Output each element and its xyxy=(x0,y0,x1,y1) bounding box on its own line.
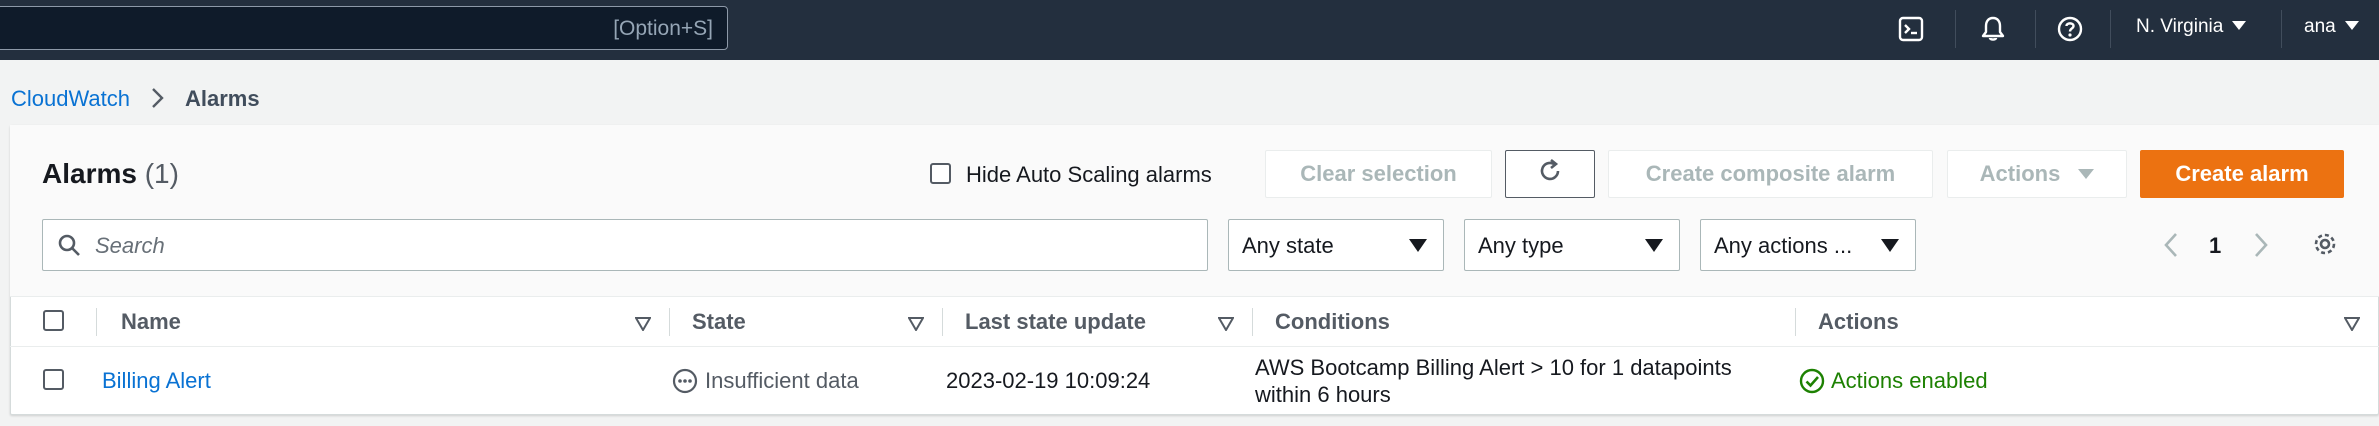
column-header-last-state-update[interactable]: Last state update xyxy=(965,309,1146,335)
caret-down-icon xyxy=(2344,21,2359,30)
column-header-state[interactable]: State xyxy=(692,309,746,335)
user-label: ana xyxy=(2304,16,2336,37)
select-all-checkbox[interactable] xyxy=(43,310,64,331)
alarm-name-link[interactable]: Billing Alert xyxy=(102,368,211,394)
nav-separator xyxy=(2110,10,2111,48)
caret-down-icon xyxy=(2078,169,2095,179)
column-divider xyxy=(1795,308,1796,336)
region-label: N. Virginia xyxy=(2136,16,2224,37)
nav-separator xyxy=(2281,10,2282,48)
alarm-search-input[interactable]: Search xyxy=(42,219,1208,271)
create-alarm-label: Create alarm xyxy=(2175,161,2309,186)
caret-down-icon xyxy=(1881,239,1899,252)
type-filter-select[interactable]: Any type xyxy=(1464,219,1680,271)
sort-icon[interactable] xyxy=(634,317,652,336)
column-divider xyxy=(669,308,670,336)
clear-selection-button[interactable]: Clear selection xyxy=(1265,150,1492,198)
row-checkbox[interactable] xyxy=(43,369,64,390)
nav-separator xyxy=(2035,10,2036,48)
clear-selection-label: Clear selection xyxy=(1300,161,1457,186)
check-circle-icon xyxy=(1799,368,1825,399)
create-alarm-button[interactable]: Create alarm xyxy=(2140,150,2344,198)
alarms-title: Alarms xyxy=(42,158,137,189)
current-page-number[interactable]: 1 xyxy=(2209,233,2221,259)
column-header-name[interactable]: Name xyxy=(121,309,181,335)
caret-down-icon xyxy=(1645,239,1663,252)
help-icon[interactable] xyxy=(2055,14,2085,44)
gear-icon[interactable] xyxy=(2310,229,2340,264)
actions-filter-select[interactable]: Any actions ... xyxy=(1700,219,1916,271)
column-header-actions[interactable]: Actions xyxy=(1818,309,1899,335)
nav-separator xyxy=(1955,10,1956,48)
caret-down-icon xyxy=(2232,21,2247,30)
alarm-last-update: 2023-02-19 10:09:24 xyxy=(946,368,1151,393)
caret-down-icon xyxy=(1409,239,1427,252)
search-icon xyxy=(57,233,81,262)
sort-icon[interactable] xyxy=(2343,317,2361,336)
previous-page-icon[interactable] xyxy=(2162,231,2180,264)
table-header-divider xyxy=(10,346,2379,347)
actions-label: Actions xyxy=(1979,161,2061,186)
type-filter-value: Any type xyxy=(1478,233,1564,258)
alarm-condition-line1: AWS Bootcamp Billing Alert > 10 for 1 da… xyxy=(1255,355,1732,380)
column-divider xyxy=(1252,308,1253,336)
breadcrumb-current: Alarms xyxy=(185,86,260,111)
user-menu[interactable]: ana xyxy=(2304,16,2359,38)
refresh-icon xyxy=(1536,157,1564,191)
hide-autoscaling-label: Hide Auto Scaling alarms xyxy=(966,162,1212,187)
state-filter-select[interactable]: Any state xyxy=(1228,219,1444,271)
create-composite-alarm-button[interactable]: Create composite alarm xyxy=(1608,150,1933,198)
search-shortcut-hint: [Option+S] xyxy=(613,17,713,40)
hide-autoscaling-checkbox[interactable] xyxy=(930,163,951,184)
alarm-state: Insufficient data xyxy=(705,368,859,393)
state-filter-value: Any state xyxy=(1242,233,1334,258)
chevron-right-icon xyxy=(148,86,168,115)
refresh-button[interactable] xyxy=(1505,150,1595,198)
top-navigation: [Option+S] N. Virginia ana xyxy=(0,0,2379,60)
create-composite-label: Create composite alarm xyxy=(1645,161,1896,186)
cloudshell-icon[interactable] xyxy=(1896,14,1926,44)
breadcrumb-cloudwatch-link[interactable]: CloudWatch xyxy=(11,86,130,112)
bell-icon[interactable] xyxy=(1978,14,2008,44)
alarms-count: (1) xyxy=(144,158,179,189)
alarm-condition-line2: within 6 hours xyxy=(1255,382,1391,407)
column-header-conditions[interactable]: Conditions xyxy=(1275,309,1390,335)
column-divider xyxy=(96,308,97,336)
actions-filter-value: Any actions ... xyxy=(1714,233,1853,258)
global-search-input[interactable]: [Option+S] xyxy=(0,6,728,50)
insufficient-data-icon xyxy=(672,368,698,399)
sort-icon[interactable] xyxy=(1217,317,1235,336)
search-placeholder: Search xyxy=(95,233,165,258)
next-page-icon[interactable] xyxy=(2252,231,2270,264)
region-selector[interactable]: N. Virginia xyxy=(2136,16,2247,38)
column-divider xyxy=(942,308,943,336)
alarm-actions-status: Actions enabled xyxy=(1831,368,1988,393)
sort-icon[interactable] xyxy=(907,317,925,336)
actions-dropdown-button[interactable]: Actions xyxy=(1947,150,2127,198)
page-title: Alarms (1) xyxy=(42,158,179,190)
